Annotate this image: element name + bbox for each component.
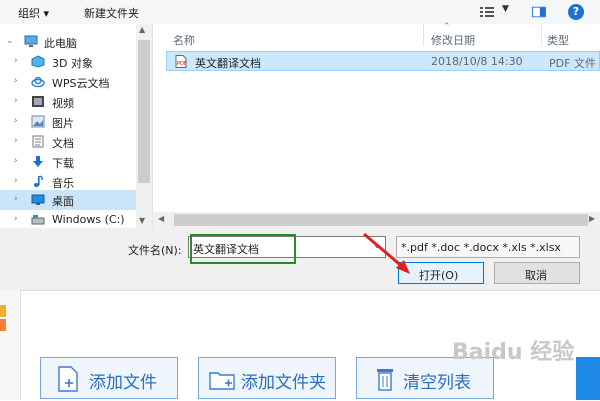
nav-item-3d-objects[interactable]: › 3D 对象: [0, 52, 136, 72]
add-file-icon: [58, 366, 78, 392]
cube-icon: [31, 55, 45, 68]
nav-item-music[interactable]: › 音乐: [0, 172, 136, 192]
desktop-icon: [31, 194, 45, 205]
horizontal-scrollbar-thumb[interactable]: [174, 214, 588, 226]
nav-item-desktop[interactable]: › 桌面: [0, 190, 136, 210]
toolbar: 组织 ▾ 新建文件夹 ▼ ?: [0, 0, 600, 25]
drive-icon: [31, 215, 45, 225]
red-arrow-annotation: [363, 232, 410, 274]
pdf-file-icon: PDF: [175, 55, 187, 68]
view-details-icon[interactable]: [480, 6, 494, 18]
nav-item-this-pc[interactable]: ⌄ 此电脑: [0, 32, 136, 52]
file-type-filter[interactable]: *.pdf *.doc *.docx *.xls *.xlsx: [396, 236, 580, 258]
expand-chevron-icon[interactable]: ›: [14, 136, 18, 146]
preview-pane-icon[interactable]: [532, 6, 546, 18]
add-file-label: 添加文件: [89, 373, 157, 393]
add-folder-button[interactable]: 添加文件夹: [198, 357, 336, 399]
cancel-button-label: 取消: [525, 269, 547, 282]
music-icon: [33, 175, 43, 187]
nav-item-label: 此电脑: [44, 37, 77, 50]
document-icon: [32, 135, 44, 148]
table-row[interactable]: PDF 英文翻译文档 2018/10/8 14:30 PDF 文件: [166, 51, 600, 71]
nav-item-wps-cloud[interactable]: › WPS云文档: [0, 72, 136, 92]
column-header-name[interactable]: 名称: [173, 32, 195, 48]
expand-chevron-icon[interactable]: ›: [14, 176, 18, 186]
file-type-filter-value: *.pdf *.doc *.docx *.xls *.xlsx: [401, 241, 561, 254]
nav-item-label: 文档: [52, 137, 74, 150]
watermark: Baidu 经验: [452, 340, 575, 365]
picture-icon: [31, 115, 45, 128]
add-folder-label: 添加文件夹: [241, 373, 326, 393]
download-icon: [33, 156, 43, 167]
video-icon: [32, 96, 44, 107]
column-divider[interactable]: [423, 24, 424, 46]
organize-button[interactable]: 组织 ▾: [18, 5, 49, 21]
nav-item-label: Windows (C:): [52, 213, 125, 226]
expand-chevron-icon[interactable]: ›: [14, 156, 18, 166]
open-button-label: 打开(O): [419, 269, 459, 282]
nav-item-label: 图片: [52, 117, 74, 130]
nav-item-label: 音乐: [52, 177, 74, 190]
cancel-button[interactable]: 取消: [494, 262, 580, 284]
convert-button-partial[interactable]: [576, 357, 600, 400]
column-divider[interactable]: [541, 24, 542, 46]
nav-item-videos[interactable]: › 视频: [0, 92, 136, 112]
expand-chevron-icon[interactable]: ›: [14, 56, 18, 66]
side-tab-icon: [0, 305, 6, 331]
navigation-pane: ⌄ 此电脑 › 3D 对象 › WPS云文档 › 视频 › 图片 › 文档 › …: [0, 24, 153, 228]
nav-item-label: WPS云文档: [52, 77, 110, 90]
view-options-chevron-icon[interactable]: ▼: [502, 4, 509, 14]
expand-chevron-icon[interactable]: ›: [14, 76, 18, 86]
file-name-cell: 英文翻译文档: [195, 57, 261, 70]
clear-list-label: 清空列表: [403, 373, 471, 393]
expand-chevron-icon[interactable]: ›: [14, 194, 18, 204]
trash-icon: [377, 369, 393, 391]
scroll-down-icon[interactable]: ▼: [139, 216, 145, 225]
nav-item-downloads[interactable]: › 下载: [0, 152, 136, 172]
scroll-left-icon[interactable]: ◀: [158, 214, 164, 223]
column-header-type[interactable]: 类型: [547, 32, 569, 48]
help-icon[interactable]: ?: [568, 4, 584, 20]
nav-item-label: 桌面: [52, 195, 74, 208]
file-date-cell: 2018/10/8 14:30: [431, 55, 523, 68]
nav-item-pictures[interactable]: › 图片: [0, 112, 136, 132]
nav-item-label: 视频: [52, 97, 74, 110]
filename-label: 文件名(N):: [128, 244, 182, 257]
nav-scrollbar-thumb[interactable]: [138, 40, 150, 183]
highlight-box: [190, 234, 296, 264]
file-type-cell: PDF 文件: [549, 57, 596, 70]
nav-item-label: 下载: [52, 157, 74, 170]
new-folder-button[interactable]: 新建文件夹: [84, 5, 139, 21]
add-folder-icon: [209, 372, 235, 390]
expand-chevron-icon[interactable]: ›: [14, 214, 18, 224]
expand-chevron-icon[interactable]: ›: [14, 116, 18, 126]
expand-chevron-icon[interactable]: ›: [14, 96, 18, 106]
svg-text:PDF: PDF: [177, 61, 187, 67]
column-header-date[interactable]: 修改日期: [431, 32, 475, 48]
expand-chevron-icon[interactable]: ⌄: [6, 36, 14, 46]
nav-item-documents[interactable]: › 文档: [0, 132, 136, 152]
cloud-icon: [31, 76, 45, 88]
add-file-button[interactable]: 添加文件: [40, 357, 178, 399]
scroll-up-icon[interactable]: ▲: [139, 25, 145, 34]
nav-item-windows-c[interactable]: › Windows (C:): [0, 210, 136, 230]
sort-ascending-icon: ⌃: [443, 22, 451, 32]
computer-icon: [24, 35, 38, 47]
scroll-right-icon[interactable]: ▶: [589, 214, 595, 223]
nav-item-label: 3D 对象: [52, 57, 93, 70]
